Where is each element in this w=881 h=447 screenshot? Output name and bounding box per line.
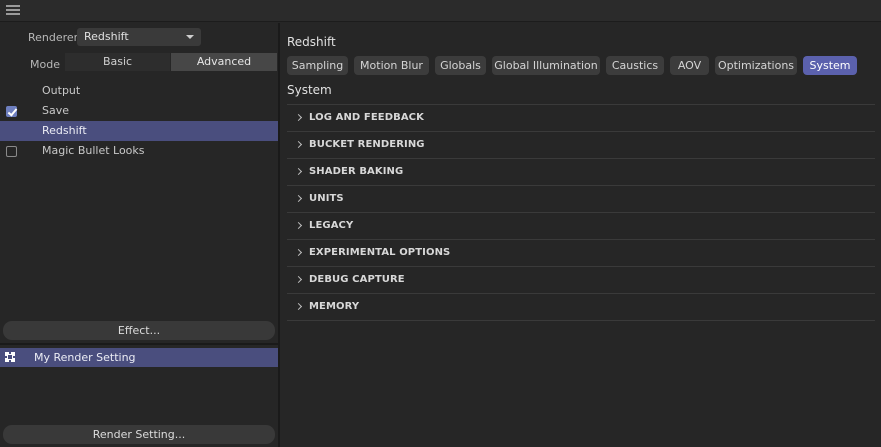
renderer-dropdown[interactable]: Redshift xyxy=(77,28,201,46)
chevron-right-icon xyxy=(294,140,303,149)
section-units[interactable]: UNITS xyxy=(287,186,875,213)
section-bucket-rendering[interactable]: BUCKET RENDERING xyxy=(287,132,875,159)
section-label: SHADER BAKING xyxy=(309,166,404,177)
section-debug-capture[interactable]: DEBUG CAPTURE xyxy=(287,267,875,294)
chevron-right-icon xyxy=(294,167,303,176)
right-panel: Redshift Sampling Motion Blur Globals Gl… xyxy=(280,23,881,447)
mode-label: Mode xyxy=(30,58,60,71)
save-checkbox[interactable] xyxy=(6,106,17,117)
section-label: DEBUG CAPTURE xyxy=(309,274,405,285)
section-log-and-feedback[interactable]: LOG AND FEEDBACK xyxy=(287,105,875,132)
mode-advanced-button[interactable]: Advanced xyxy=(171,53,277,71)
chevron-right-icon xyxy=(294,113,303,122)
hamburger-icon[interactable] xyxy=(6,5,20,17)
divider xyxy=(0,343,278,345)
chevron-right-icon xyxy=(294,248,303,257)
section-title: System xyxy=(287,83,332,97)
mode-toggle: Basic Advanced xyxy=(65,53,277,71)
section-label: BUCKET RENDERING xyxy=(309,139,425,150)
render-setting-icon xyxy=(5,352,15,362)
render-settings-list: Output Save Redshift Magic Bullet Looks xyxy=(0,81,278,161)
renderer-label: Renderer xyxy=(28,31,79,44)
left-panel: Renderer Redshift Mode Basic Advanced Ou… xyxy=(0,23,278,447)
tab-globals[interactable]: Globals xyxy=(435,56,486,75)
tab-optimizations[interactable]: Optimizations xyxy=(715,56,797,75)
tab-aov[interactable]: AOV xyxy=(670,56,709,75)
magic-bullet-looks-checkbox[interactable] xyxy=(6,146,17,157)
list-item-label: Save xyxy=(42,104,70,117)
tab-global-illumination[interactable]: Global Illumination xyxy=(492,56,600,75)
list-item-redshift[interactable]: Redshift xyxy=(0,121,278,141)
list-item-label: Magic Bullet Looks xyxy=(42,144,145,157)
renderer-value: Redshift xyxy=(84,30,129,43)
top-bar xyxy=(0,0,881,22)
collapsible-sections: LOG AND FEEDBACK BUCKET RENDERING SHADER… xyxy=(287,105,875,321)
list-item-save[interactable]: Save xyxy=(0,101,278,121)
section-legacy[interactable]: LEGACY xyxy=(287,213,875,240)
section-experimental-options[interactable]: EXPERIMENTAL OPTIONS xyxy=(287,240,875,267)
panel-title: Redshift xyxy=(287,35,336,49)
chevron-right-icon xyxy=(294,194,303,203)
list-item-magic-bullet-looks[interactable]: Magic Bullet Looks xyxy=(0,141,278,161)
section-shader-baking[interactable]: SHADER BAKING xyxy=(287,159,875,186)
render-setting-button[interactable]: Render Setting... xyxy=(3,425,275,444)
section-label: LOG AND FEEDBACK xyxy=(309,112,424,123)
render-setting-name: My Render Setting xyxy=(34,351,136,364)
tab-system[interactable]: System xyxy=(803,56,857,75)
chevron-down-icon xyxy=(186,35,194,39)
section-label: LEGACY xyxy=(309,220,354,231)
tab-sampling[interactable]: Sampling xyxy=(287,56,348,75)
chevron-right-icon xyxy=(294,221,303,230)
section-label: EXPERIMENTAL OPTIONS xyxy=(309,247,451,258)
effect-button[interactable]: Effect... xyxy=(3,321,275,340)
section-memory[interactable]: MEMORY xyxy=(287,294,875,321)
list-item-label: Output xyxy=(42,84,81,97)
render-setting-item[interactable]: My Render Setting xyxy=(0,348,278,367)
tab-motion-blur[interactable]: Motion Blur xyxy=(354,56,429,75)
section-label: MEMORY xyxy=(309,301,360,312)
list-item-output[interactable]: Output xyxy=(0,81,278,101)
tab-caustics[interactable]: Caustics xyxy=(606,56,664,75)
mode-basic-button[interactable]: Basic xyxy=(65,53,170,71)
chevron-right-icon xyxy=(294,275,303,284)
chevron-right-icon xyxy=(294,302,303,311)
section-label: UNITS xyxy=(309,193,344,204)
list-item-label: Redshift xyxy=(42,124,87,137)
